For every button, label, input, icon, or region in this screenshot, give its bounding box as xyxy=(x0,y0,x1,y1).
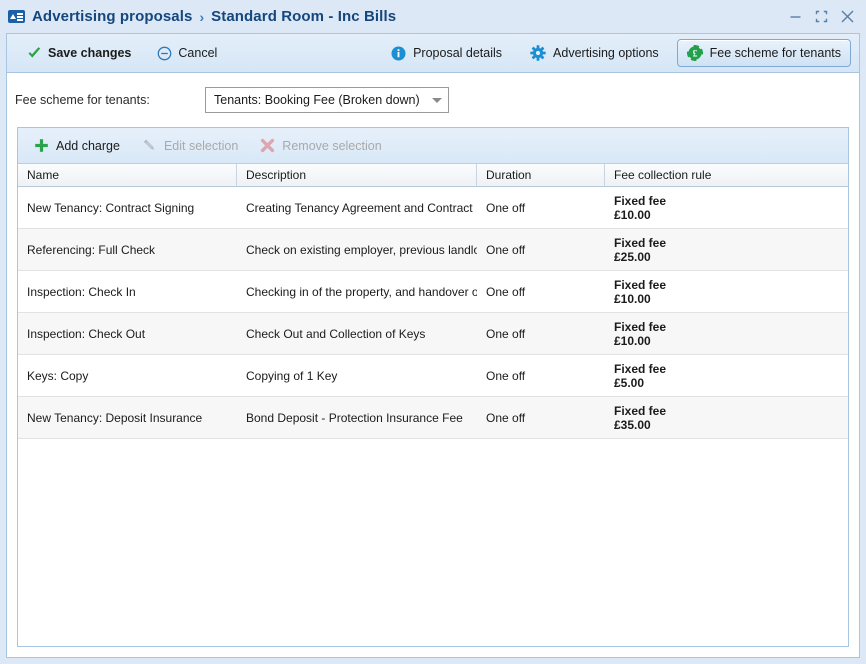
save-changes-label: Save changes xyxy=(48,46,131,60)
cell-description: Check Out and Collection of Keys xyxy=(237,313,477,354)
cell-fee-rule-amount: £10.00 xyxy=(614,334,848,348)
svg-text:£: £ xyxy=(692,50,697,60)
cell-duration: One off xyxy=(477,271,605,312)
cell-fee-rule-amount: £10.00 xyxy=(614,292,848,306)
window-controls xyxy=(782,4,860,30)
save-changes-button[interactable]: Save changes xyxy=(21,42,137,65)
gear-icon xyxy=(530,45,546,61)
cell-fee-rule: Fixed fee £10.00 xyxy=(605,313,848,354)
cell-fee-rule-amount: £10.00 xyxy=(614,208,848,222)
table-row[interactable]: Inspection: Check In Checking in of the … xyxy=(18,271,848,313)
table-body: New Tenancy: Contract Signing Creating T… xyxy=(18,187,848,646)
tab-fee-scheme-for-tenants[interactable]: £ Fee scheme for tenants xyxy=(677,39,851,67)
table-row[interactable]: New Tenancy: Contract Signing Creating T… xyxy=(18,187,848,229)
content-area: Fee scheme for tenants: Tenants: Booking… xyxy=(7,73,859,657)
minimize-icon[interactable] xyxy=(782,4,808,30)
tab-strip: Proposal details xyxy=(373,39,851,67)
cancel-button[interactable]: Cancel xyxy=(151,42,223,65)
plus-icon xyxy=(34,138,49,153)
cell-fee-rule-type: Fixed fee xyxy=(614,362,848,376)
cell-fee-rule: Fixed fee £5.00 xyxy=(605,355,848,396)
title-bar: Advertising proposals › Standard Room - … xyxy=(0,0,866,33)
cell-description: Bond Deposit - Protection Insurance Fee xyxy=(237,397,477,438)
cell-name: Referencing: Full Check xyxy=(18,229,237,270)
tab-advertising-options-label: Advertising options xyxy=(553,46,659,60)
column-header-duration[interactable]: Duration xyxy=(477,164,605,186)
cell-fee-rule-type: Fixed fee xyxy=(614,236,848,250)
cell-duration: One off xyxy=(477,355,605,396)
command-toolbar: Save changes Cancel xyxy=(7,34,859,73)
cell-name: Keys: Copy xyxy=(18,355,237,396)
table-row[interactable]: Referencing: Full Check Check on existin… xyxy=(18,229,848,271)
add-charge-label: Add charge xyxy=(56,139,120,153)
edit-selection-button: Edit selection xyxy=(142,138,238,153)
remove-x-icon xyxy=(260,138,275,153)
main-panel: Save changes Cancel xyxy=(6,33,860,658)
table-empty-space xyxy=(18,439,848,646)
cell-duration: One off xyxy=(477,229,605,270)
fee-scheme-label: Fee scheme for tenants: xyxy=(15,93,205,107)
card-id-icon xyxy=(8,10,25,23)
cell-duration: One off xyxy=(477,187,605,228)
add-charge-button[interactable]: Add charge xyxy=(34,138,120,153)
table-row[interactable]: Inspection: Check Out Check Out and Coll… xyxy=(18,313,848,355)
breadcrumb-separator-icon: › xyxy=(199,9,204,25)
cell-fee-rule-amount: £5.00 xyxy=(614,376,848,390)
grid-toolbar: Add charge Edit sel xyxy=(18,128,848,164)
cell-name: New Tenancy: Contract Signing xyxy=(18,187,237,228)
column-header-name[interactable]: Name xyxy=(18,164,237,186)
breadcrumb-root[interactable]: Advertising proposals xyxy=(32,8,192,25)
cell-fee-rule-type: Fixed fee xyxy=(614,404,848,418)
cell-fee-rule: Fixed fee £25.00 xyxy=(605,229,848,270)
cell-fee-rule-amount: £35.00 xyxy=(614,418,848,432)
check-icon xyxy=(27,46,42,61)
cell-name: Inspection: Check In xyxy=(18,271,237,312)
application-window: Advertising proposals › Standard Room - … xyxy=(0,0,866,664)
cancel-circle-icon xyxy=(157,46,172,61)
fee-scheme-selector-row: Fee scheme for tenants: Tenants: Booking… xyxy=(7,73,859,127)
cancel-label: Cancel xyxy=(178,46,217,60)
restore-icon[interactable] xyxy=(808,4,834,30)
column-header-description[interactable]: Description xyxy=(237,164,477,186)
column-header-fee-collection-rule[interactable]: Fee collection rule xyxy=(605,164,848,186)
cell-description: Copying of 1 Key xyxy=(237,355,477,396)
tab-proposal-details[interactable]: Proposal details xyxy=(381,40,512,67)
fee-scheme-dropdown[interactable]: Tenants: Booking Fee (Broken down) xyxy=(205,87,449,113)
cell-fee-rule-type: Fixed fee xyxy=(614,194,848,208)
cell-fee-rule: Fixed fee £10.00 xyxy=(605,271,848,312)
cell-fee-rule-type: Fixed fee xyxy=(614,278,848,292)
cell-fee-rule-amount: £25.00 xyxy=(614,250,848,264)
cell-name: New Tenancy: Deposit Insurance xyxy=(18,397,237,438)
cell-description: Check on existing employer, previous lan… xyxy=(237,229,477,270)
close-icon[interactable] xyxy=(834,4,860,30)
edit-selection-label: Edit selection xyxy=(164,139,238,153)
pencil-icon xyxy=(142,138,157,153)
tab-proposal-details-label: Proposal details xyxy=(413,46,502,60)
charges-grid-panel: Add charge Edit sel xyxy=(17,127,849,647)
info-icon xyxy=(391,46,406,61)
fee-scheme-selected-value: Tenants: Booking Fee (Broken down) xyxy=(214,93,428,107)
pound-badge-icon: £ xyxy=(687,45,703,61)
cell-description: Checking in of the property, and handove… xyxy=(237,271,477,312)
cell-duration: One off xyxy=(477,397,605,438)
tab-fee-scheme-label: Fee scheme for tenants xyxy=(710,46,841,60)
breadcrumb-current: Standard Room - Inc Bills xyxy=(211,8,396,25)
chevron-down-icon xyxy=(432,98,442,103)
charges-table: Name Description Duration Fee collection… xyxy=(18,164,848,646)
table-row[interactable]: New Tenancy: Deposit Insurance Bond Depo… xyxy=(18,397,848,439)
cell-duration: One off xyxy=(477,313,605,354)
cell-name: Inspection: Check Out xyxy=(18,313,237,354)
remove-selection-label: Remove selection xyxy=(282,139,381,153)
cell-fee-rule-type: Fixed fee xyxy=(614,320,848,334)
table-header-row: Name Description Duration Fee collection… xyxy=(18,164,848,187)
cell-fee-rule: Fixed fee £10.00 xyxy=(605,187,848,228)
remove-selection-button: Remove selection xyxy=(260,138,381,153)
cell-description: Creating Tenancy Agreement and Contract … xyxy=(237,187,477,228)
tab-advertising-options[interactable]: Advertising options xyxy=(520,39,669,67)
table-row[interactable]: Keys: Copy Copying of 1 Key One off Fixe… xyxy=(18,355,848,397)
cell-fee-rule: Fixed fee £35.00 xyxy=(605,397,848,438)
